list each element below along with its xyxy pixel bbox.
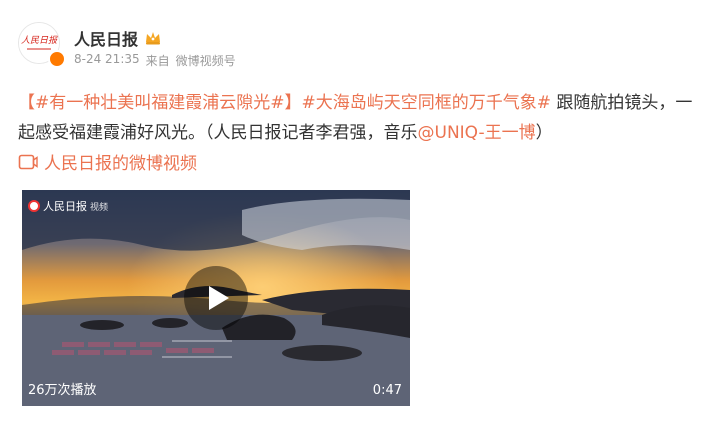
topic-link[interactable]: #大海岛屿天空同框的万千气象# bbox=[302, 93, 552, 113]
verified-v-icon bbox=[48, 50, 66, 68]
video-source-link[interactable]: 人民日报的微博视频 bbox=[18, 149, 197, 174]
crown-icon[interactable] bbox=[144, 30, 162, 46]
video-player[interactable]: 人民日报 视频 26万次播放 0:47 bbox=[22, 190, 410, 406]
topic-link[interactable]: 【#有一种壮美叫福建霞浦云隙光#】 bbox=[18, 93, 302, 113]
post-header: 人民日报 人民日报 8-24 21:35 来自 微博视频号 bbox=[18, 20, 698, 70]
post-body: 【#有一种壮美叫福建霞浦云隙光#】#大海岛屿天空同框的万千气象# 跟随航拍镜头，… bbox=[18, 88, 702, 148]
play-icon bbox=[209, 286, 229, 310]
play-button[interactable] bbox=[184, 266, 248, 330]
video-watermark: 人民日报 视频 bbox=[28, 198, 108, 214]
video-source-label[interactable]: 人民日报的微博视频 bbox=[44, 149, 197, 174]
video-duration: 0:47 bbox=[372, 383, 402, 398]
post-time[interactable]: 8-24 21:35 bbox=[74, 52, 140, 69]
source-prefix: 来自 bbox=[145, 54, 170, 68]
post-source[interactable]: 微博视频号 bbox=[176, 52, 236, 69]
play-count: 26万次播放 bbox=[28, 383, 97, 398]
mention-link[interactable]: @UNIQ-王一博 bbox=[418, 123, 536, 143]
watermark-text: 人民日报 bbox=[43, 200, 87, 213]
post-meta: 8-24 21:35 来自 微博视频号 bbox=[74, 52, 236, 69]
author-name[interactable]: 人民日报 bbox=[74, 26, 138, 50]
watermark-sub: 视频 bbox=[90, 202, 109, 213]
watermark-logo-icon bbox=[28, 200, 40, 212]
video-icon bbox=[18, 154, 38, 169]
post-text-end: ） bbox=[535, 123, 553, 143]
avatar-text: 人民日报 bbox=[21, 35, 58, 46]
